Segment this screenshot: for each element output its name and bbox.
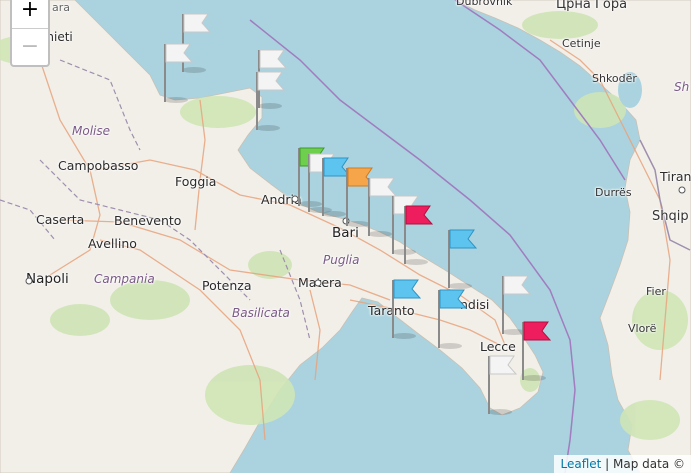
label-vlore: Vlorë [628,322,657,335]
label-pescara-fragment: ara [52,1,71,14]
label-dubrovnik: Dubrovnik [456,0,513,8]
zoom-in-button[interactable]: + [12,0,48,28]
label-shqiperia: Shqip [652,209,689,224]
attribution-separator: | [601,457,614,471]
label-benevento: Benevento [114,213,182,228]
map-container[interactable]: ara Chieti Molise Campobasso Foggia Case… [0,0,691,473]
flag-polignano-red-icon[interactable] [402,204,436,266]
label-cetinje: Cetinje [562,37,601,50]
leaflet-link[interactable]: Leaflet [560,457,601,471]
flag-gargano-2-icon[interactable] [162,42,196,104]
label-durres: Durrës [595,186,632,199]
label-montenegro: Црна Гора [556,0,628,12]
label-lecce: Lecce [480,339,516,354]
attribution: Leaflet | Map data © [554,455,691,473]
label-avellino: Avellino [88,236,137,251]
label-matera: Matera [298,275,342,290]
zoom-out-button[interactable]: − [12,28,48,65]
zoom-control: + − [10,0,50,67]
label-napoli: Napoli [26,271,69,287]
label-fier: Fier [646,285,666,298]
label-tirana: Tiran [660,169,691,184]
label-campania: Campania [94,272,155,286]
label-bari: Bari [332,225,359,241]
flag-salento-white-icon[interactable] [486,354,520,416]
label-puglia: Puglia [323,253,360,267]
label-potenza: Potenza [202,278,252,293]
label-albania-fragment: Sh [674,80,690,94]
flag-otranto-red-icon[interactable] [520,320,554,382]
flag-brindisi-blue-icon[interactable] [436,288,470,350]
label-campobasso: Campobasso [58,158,139,173]
flag-gargano-4-icon[interactable] [254,70,288,132]
label-foggia: Foggia [175,174,217,189]
label-caserta: Caserta [36,212,85,227]
flag-ostuni-blue-icon[interactable] [446,228,480,290]
label-molise: Molise [72,124,110,138]
attribution-text: Map data © [613,457,685,471]
label-basilicata: Basilicata [232,306,290,320]
flag-taranto-blue-icon[interactable] [390,278,424,340]
label-shkoder: Shkodër [592,72,637,85]
